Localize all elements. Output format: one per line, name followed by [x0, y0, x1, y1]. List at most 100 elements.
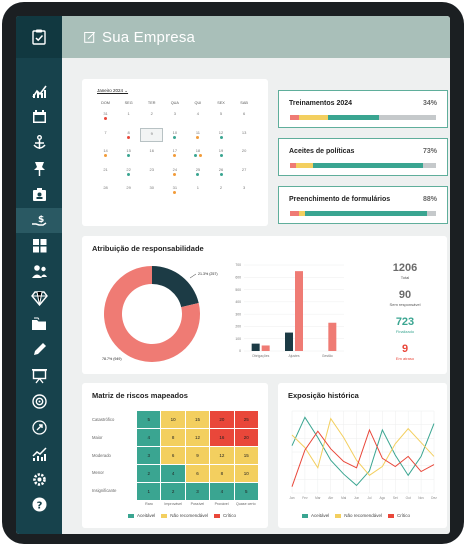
risk-col-label: Quase certo: [236, 502, 256, 506]
svg-text:?: ?: [36, 501, 42, 512]
sidebar-item-anchor[interactable]: [16, 130, 62, 155]
sidebar-item-presentation[interactable]: [16, 363, 62, 388]
calendar-day[interactable]: 1: [117, 109, 140, 124]
legend-label: Aceitável: [137, 513, 156, 518]
risk-cell[interactable]: 5: [137, 411, 161, 428]
risk-cell[interactable]: 16: [210, 429, 234, 446]
calendar-day[interactable]: 16: [140, 146, 163, 161]
calendar-day[interactable]: 12: [209, 128, 232, 143]
legend-swatch: [128, 513, 134, 518]
risk-cell[interactable]: 8: [210, 465, 234, 482]
calendar-day[interactable]: 22: [117, 165, 140, 180]
progress-card[interactable]: Preenchimento de formulários 88%: [278, 186, 448, 224]
calendar-day[interactable]: 23: [140, 165, 163, 180]
calendar-day[interactable]: 14: [94, 146, 117, 161]
risk-cell[interactable]: 2: [161, 483, 185, 500]
calendar-day[interactable]: 17: [163, 146, 186, 161]
risk-row-label: Catastrófico: [92, 417, 115, 422]
progress-percent: 73%: [422, 148, 437, 155]
calendar-day[interactable]: 19: [209, 146, 232, 161]
sidebar-item-analytics[interactable]: [16, 441, 62, 466]
risk-cell[interactable]: 6: [185, 465, 210, 482]
calendar-day[interactable]: 10: [163, 128, 186, 143]
app-logo[interactable]: [16, 16, 62, 58]
risk-cell[interactable]: 4: [161, 465, 185, 482]
sidebar-item-target[interactable]: [16, 389, 62, 414]
y-tick-label: 700: [235, 263, 241, 267]
sidebar-item-help[interactable]: ?: [16, 492, 62, 517]
risk-cell[interactable]: 6: [161, 447, 185, 464]
calendar-day[interactable]: 5: [209, 109, 232, 124]
risk-cell[interactable]: 8: [161, 429, 185, 446]
risk-cell[interactable]: 15: [185, 411, 210, 428]
calendar-day[interactable]: 31: [94, 109, 117, 124]
sidebar-item-bar-chart[interactable]: [16, 78, 62, 103]
calendar-day[interactable]: 18: [186, 146, 209, 161]
grid-icon: [32, 239, 46, 253]
risk-cell[interactable]: 9: [185, 447, 210, 464]
sidebar-item-rocket[interactable]: [16, 415, 62, 440]
sidebar-item-id-badge[interactable]: [16, 182, 62, 207]
calendar-day[interactable]: 28: [94, 183, 117, 198]
calendar-day[interactable]: 29: [117, 183, 140, 198]
sidebar-item-settings[interactable]: [16, 467, 62, 492]
risk-cell[interactable]: 1: [137, 483, 161, 500]
risk-cell[interactable]: 5: [234, 483, 258, 500]
calendar-month-selector[interactable]: Janeiro 2024 ⌄: [97, 88, 128, 94]
risk-cell[interactable]: 4: [210, 483, 234, 500]
risk-cell[interactable]: 20: [234, 429, 258, 446]
progress-segment: [379, 115, 436, 120]
calendar-day[interactable]: 2: [209, 183, 232, 198]
calendar-day[interactable]: 3: [163, 109, 186, 124]
sidebar-item-grid[interactable]: [16, 233, 62, 258]
progress-segment: [327, 115, 380, 120]
calendar-day[interactable]: 8: [117, 128, 140, 143]
calendar-day[interactable]: 9: [140, 127, 164, 142]
settings-icon: [32, 472, 46, 486]
calendar-day[interactable]: 25: [186, 165, 209, 180]
sidebar-item-calendar[interactable]: [16, 104, 62, 129]
calendar-day[interactable]: 30: [140, 183, 163, 198]
calendar-day[interactable]: 2: [140, 109, 163, 124]
progress-card[interactable]: Treinamentos 2024 34%: [278, 90, 448, 128]
calendar-day[interactable]: 21: [94, 165, 117, 180]
sidebar-item-hand-money[interactable]: $: [16, 207, 62, 233]
sidebar-item-pin[interactable]: [16, 156, 62, 181]
risk-cell[interactable]: 12: [185, 429, 210, 446]
weekday-label: QUI: [194, 101, 202, 105]
weekday-label: TER: [147, 101, 156, 105]
calendar-day-number: 1: [196, 185, 200, 190]
risk-cell[interactable]: 20: [210, 411, 234, 428]
risk-cell[interactable]: 10: [234, 465, 258, 482]
risk-cell[interactable]: 10: [161, 411, 185, 428]
risk-cell[interactable]: 25: [234, 411, 258, 428]
calendar-day[interactable]: 4: [186, 109, 209, 124]
calendar-day[interactable]: 3: [233, 183, 256, 198]
calendar-day-number: 2: [150, 111, 153, 116]
calendar-day[interactable]: 27: [233, 165, 256, 180]
anchor-icon: [32, 134, 46, 149]
risk-cell[interactable]: 2: [137, 465, 161, 482]
sidebar-item-folders[interactable]: [16, 311, 62, 336]
calendar-day[interactable]: 24: [163, 165, 186, 180]
calendar-day[interactable]: 1: [186, 183, 209, 198]
risk-cell[interactable]: 15: [234, 447, 258, 464]
calendar-day[interactable]: 7: [94, 128, 117, 143]
risk-cell[interactable]: 4: [137, 429, 161, 446]
sidebar-item-users[interactable]: [16, 259, 62, 284]
calendar-day[interactable]: 15: [117, 146, 140, 161]
calendar-day[interactable]: 20: [233, 146, 256, 161]
progress-card[interactable]: Aceites de políticas 73%: [278, 138, 448, 176]
calendar-day[interactable]: 31: [163, 183, 186, 198]
risk-cell[interactable]: 3: [185, 483, 210, 500]
calendar-day[interactable]: 26: [209, 165, 232, 180]
risk-cell[interactable]: 12: [210, 447, 234, 464]
risk-cell[interactable]: 3: [137, 447, 161, 464]
progress-segment: [313, 163, 423, 168]
sidebar-item-pen[interactable]: [16, 337, 62, 362]
calendar-day[interactable]: 6: [233, 109, 256, 124]
y-tick-label: 400: [235, 300, 241, 304]
calendar-day[interactable]: 13: [233, 128, 256, 143]
calendar-day[interactable]: 11: [186, 128, 209, 143]
sidebar-item-diamond[interactable]: [16, 285, 62, 310]
